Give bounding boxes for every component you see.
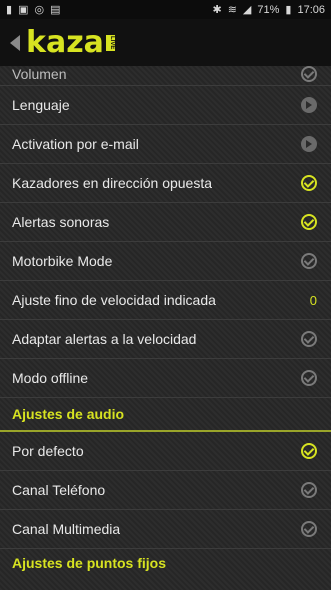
setting-value[interactable]: 0 bbox=[310, 293, 317, 308]
setting-label: Por defecto bbox=[12, 443, 84, 459]
setting-row[interactable]: Adaptar alertas a la velocidad bbox=[0, 320, 331, 359]
setting-label: Canal Teléfono bbox=[12, 482, 106, 498]
check-icon[interactable] bbox=[301, 331, 317, 347]
notification-icon: ▮ bbox=[6, 4, 13, 16]
back-arrow-icon[interactable] bbox=[10, 34, 20, 51]
setting-label: Adaptar alertas a la velocidad bbox=[12, 331, 197, 347]
check-icon[interactable] bbox=[301, 253, 317, 269]
bluetooth-icon: ✱ bbox=[212, 4, 222, 16]
signal-icon: ◢ bbox=[242, 4, 252, 16]
setting-label: Activation por e-mail bbox=[12, 136, 139, 152]
clock: 17:06 bbox=[297, 3, 325, 16]
setting-label: Ajuste fino de velocidad indicada bbox=[12, 292, 216, 308]
live-badge: LIVE bbox=[105, 34, 115, 51]
check-icon[interactable] bbox=[301, 443, 317, 459]
check-icon[interactable] bbox=[301, 214, 317, 230]
setting-row[interactable]: Modo offline bbox=[0, 359, 331, 398]
setting-row[interactable]: Ajuste fino de velocidad indicada 0 bbox=[0, 281, 331, 320]
setting-row[interactable]: Motorbike Mode bbox=[0, 242, 331, 281]
chevron-right-icon[interactable] bbox=[301, 97, 317, 113]
setting-label: Alertas sonoras bbox=[12, 214, 110, 230]
check-icon[interactable] bbox=[301, 175, 317, 191]
battery-percent: 71% bbox=[257, 3, 280, 16]
setting-row[interactable]: Alertas sonoras bbox=[0, 203, 331, 242]
setting-row[interactable]: Canal Multimedia bbox=[0, 510, 331, 549]
setting-label: Canal Multimedia bbox=[12, 521, 121, 537]
gallery-icon: ▣ bbox=[18, 4, 29, 16]
wifi-icon: ≋ bbox=[227, 4, 237, 16]
setting-row[interactable]: Kazadores en dirección opuesta bbox=[0, 164, 331, 203]
check-icon[interactable] bbox=[301, 521, 317, 537]
setting-label: Volumen bbox=[12, 66, 67, 82]
chevron-right-icon[interactable] bbox=[301, 136, 317, 152]
setting-label: Motorbike Mode bbox=[12, 253, 113, 269]
section-header-fixed-points: Ajustes de puntos fijos bbox=[12, 555, 167, 571]
setting-row[interactable]: Por defecto bbox=[0, 432, 331, 471]
check-icon[interactable] bbox=[301, 370, 317, 386]
setting-row[interactable]: Canal Teléfono bbox=[0, 471, 331, 510]
check-icon[interactable] bbox=[301, 482, 317, 498]
camera-icon: ◎ bbox=[34, 4, 45, 16]
status-bar: ▮ ▣ ◎ ▤ ✱ ≋ ◢ 71% ▮ 17:06 bbox=[0, 0, 331, 19]
setting-row-volumen[interactable]: Volumen bbox=[0, 66, 331, 86]
setting-label: Modo offline bbox=[12, 370, 89, 386]
check-icon[interactable] bbox=[301, 66, 317, 82]
setting-row[interactable]: Activation por e-mail bbox=[0, 125, 331, 164]
setting-label: Lenguaje bbox=[12, 97, 70, 113]
image-icon: ▤ bbox=[50, 4, 61, 16]
battery-icon: ▮ bbox=[285, 4, 292, 16]
app-logo: kaza bbox=[26, 24, 104, 60]
setting-label: Kazadores en dirección opuesta bbox=[12, 175, 213, 191]
app-header: kaza LIVE bbox=[0, 19, 331, 66]
setting-row[interactable]: Lenguaje bbox=[0, 86, 331, 125]
section-header-audio: Ajustes de audio bbox=[0, 398, 331, 432]
settings-list[interactable]: Volumen Lenguaje Activation por e-mail Kaz… bbox=[0, 66, 331, 590]
